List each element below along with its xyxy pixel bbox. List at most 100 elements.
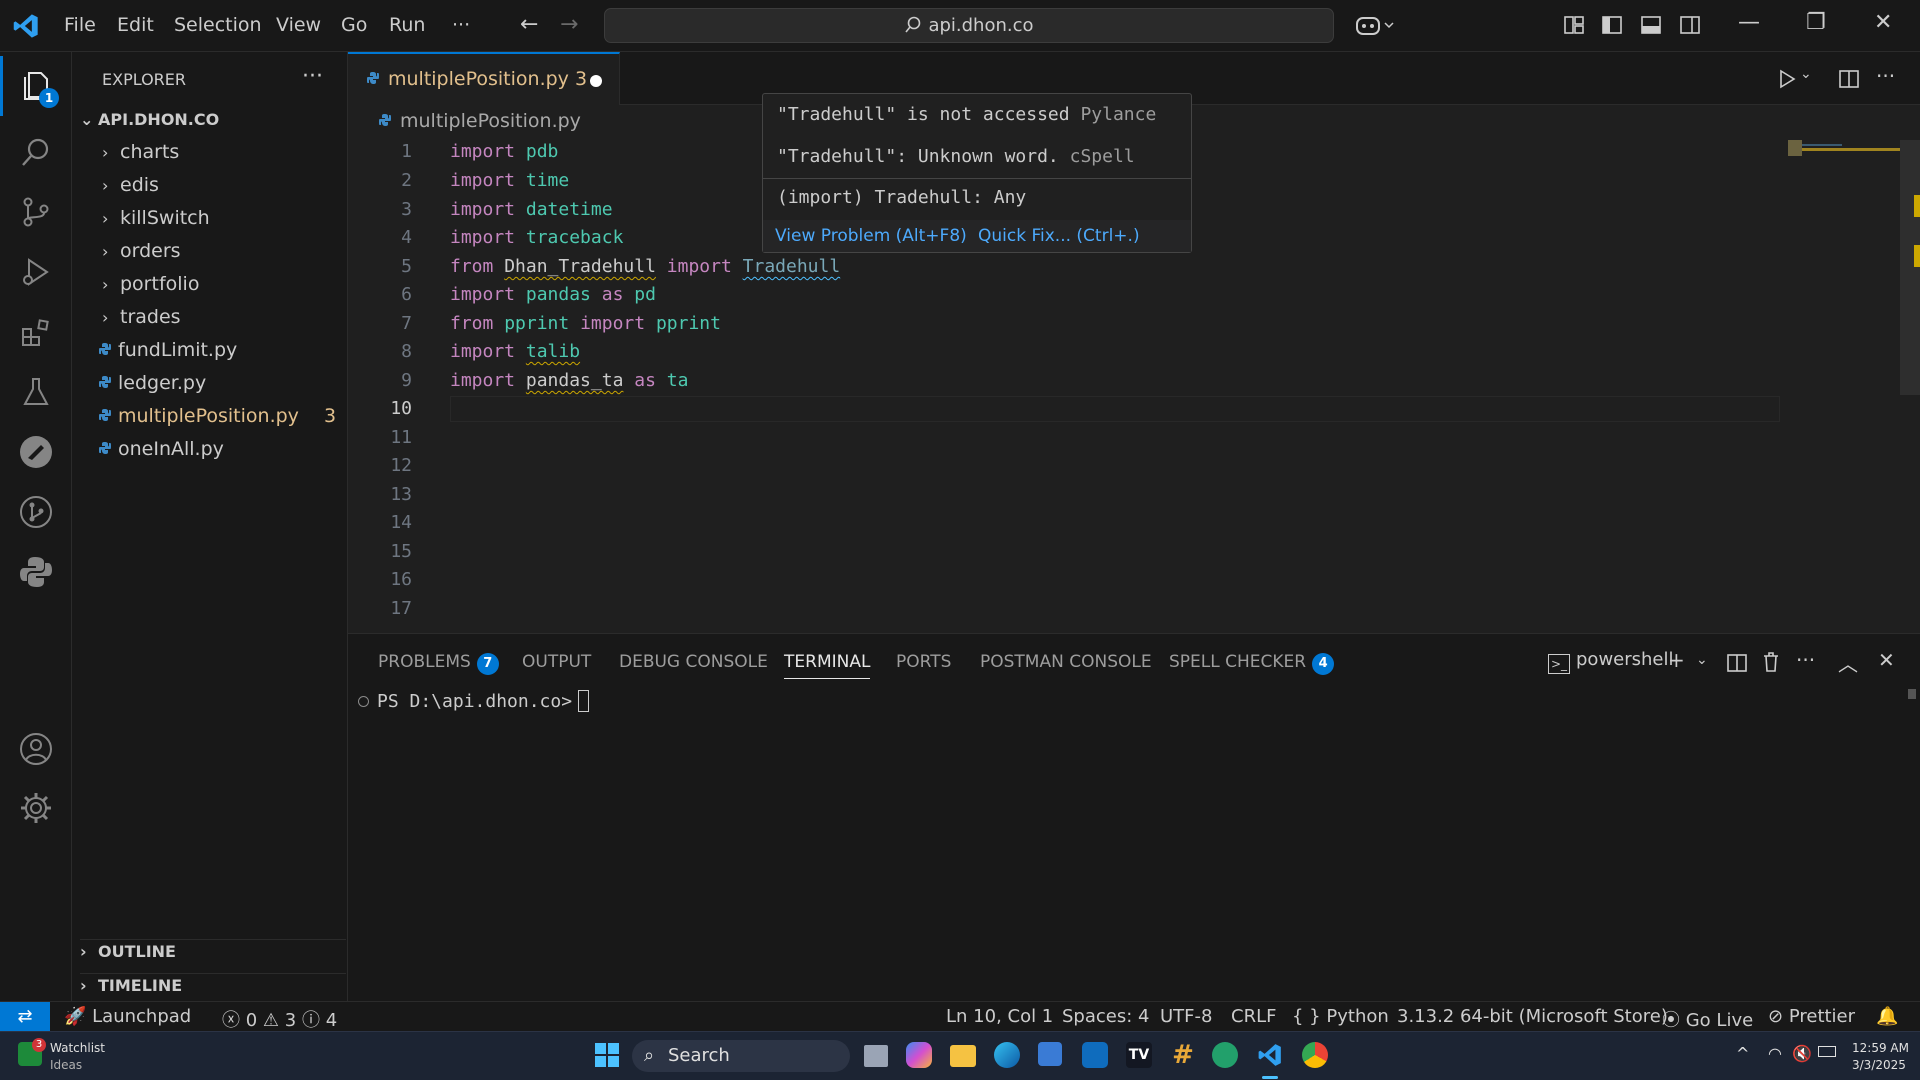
- terminal-scrollbar[interactable]: [1908, 689, 1916, 699]
- tab-output[interactable]: OUTPUT: [522, 652, 591, 672]
- toggle-sidebar-icon[interactable]: [1601, 14, 1623, 36]
- chrome-icon[interactable]: [1302, 1042, 1328, 1068]
- menu-view[interactable]: View: [276, 14, 321, 36]
- quick-fix-link[interactable]: Quick Fix... (Ctrl+.): [978, 226, 1140, 246]
- end-of-line[interactable]: CRLF: [1231, 1006, 1276, 1027]
- language-mode[interactable]: { } Python: [1292, 1006, 1389, 1027]
- taskbar-search[interactable]: ⌕ Search: [632, 1040, 850, 1072]
- menu-edit[interactable]: Edit: [117, 14, 154, 36]
- editor-scroll-thumb[interactable]: [1900, 140, 1920, 395]
- new-terminal-icon[interactable]: +: [1668, 648, 1685, 672]
- restore-icon[interactable]: ❐: [1806, 10, 1826, 35]
- prettier[interactable]: ⊘ Prettier: [1768, 1006, 1855, 1027]
- clock-time[interactable]: 12:59 AM: [1852, 1041, 1909, 1055]
- folder-orders[interactable]: › orders: [102, 237, 181, 265]
- trash-icon[interactable]: [1761, 651, 1781, 673]
- folder-portfolio[interactable]: › portfolio: [102, 270, 199, 298]
- settings-activity[interactable]: [0, 778, 72, 838]
- python-interpreter[interactable]: 3.13.2 64-bit (Microsoft Store): [1397, 1006, 1668, 1027]
- menu-file[interactable]: File: [64, 14, 96, 36]
- split-editor-icon[interactable]: [1838, 68, 1860, 90]
- outline-section[interactable]: › OUTLINE: [80, 939, 346, 961]
- search-activity[interactable]: [0, 122, 72, 182]
- folder-trades[interactable]: › trades: [102, 303, 181, 331]
- copilot-icon[interactable]: [1355, 14, 1395, 38]
- indentation[interactable]: Spaces: 4: [1062, 1006, 1149, 1027]
- customize-layout-icon[interactable]: [1563, 14, 1585, 36]
- split-terminal-icon[interactable]: [1726, 652, 1748, 674]
- folder-charts[interactable]: › charts: [102, 138, 179, 166]
- menu-more[interactable]: ···: [452, 14, 470, 36]
- timeline-section[interactable]: › TIMELINE: [80, 973, 346, 995]
- tab-debug-console[interactable]: DEBUG CONSOLE: [619, 652, 768, 672]
- tab-spell-checker[interactable]: SPELL CHECKER 4: [1169, 652, 1335, 675]
- maximize-panel-icon[interactable]: ︿: [1838, 648, 1858, 677]
- file-ledger[interactable]: ledger.py: [98, 369, 206, 397]
- store-icon[interactable]: [1038, 1042, 1062, 1066]
- tab-problems[interactable]: PROBLEMS 7: [378, 652, 499, 675]
- close-window-icon[interactable]: ✕: [1874, 10, 1892, 35]
- toggle-secondary-sidebar-icon[interactable]: [1679, 14, 1701, 36]
- clock-date[interactable]: 3/3/2025: [1852, 1058, 1906, 1072]
- tab-terminal[interactable]: TERMINAL: [784, 652, 871, 679]
- postman-activity[interactable]: [0, 422, 72, 482]
- grammarly-icon[interactable]: [1212, 1042, 1238, 1068]
- toggle-panel-icon[interactable]: [1640, 14, 1662, 36]
- file-fundlimit[interactable]: fundLimit.py: [98, 336, 237, 364]
- sidebar-more-icon[interactable]: ···: [302, 64, 323, 89]
- problems-status[interactable]: ⓧ 0 ⚠ 3 ⓘ 4: [222, 1006, 337, 1032]
- minimize-icon[interactable]: —: [1738, 10, 1760, 35]
- testing-activity[interactable]: [0, 362, 72, 422]
- run-debug-activity[interactable]: [0, 242, 72, 302]
- menu-run[interactable]: Run: [389, 14, 425, 36]
- tab-postman-console[interactable]: POSTMAN CONSOLE: [980, 652, 1152, 672]
- terminal-prompt-line[interactable]: PS D:\api.dhon.co>: [358, 690, 590, 712]
- source-control-activity[interactable]: [0, 182, 72, 242]
- forward-arrow-icon[interactable]: →: [560, 12, 578, 37]
- windows-start-icon[interactable]: [594, 1042, 620, 1068]
- terminal-profile[interactable]: >_ powershell: [1548, 649, 1674, 674]
- extensions-activity[interactable]: [0, 302, 72, 362]
- breadcrumb[interactable]: multiplePosition.py: [378, 110, 581, 132]
- slack-icon[interactable]: #: [1170, 1042, 1196, 1068]
- terminal-dropdown-icon[interactable]: ⌄: [1696, 652, 1708, 668]
- file-oneinall[interactable]: oneInAll.py: [98, 435, 224, 463]
- folder-killswitch[interactable]: › killSwitch: [102, 204, 210, 232]
- code-module-unused[interactable]: Tradehull: [743, 256, 841, 277]
- view-problem-link[interactable]: View Problem (Alt+F8): [775, 226, 967, 246]
- command-center-search[interactable]: api.dhon.co: [604, 8, 1334, 43]
- menu-go[interactable]: Go: [341, 14, 367, 36]
- menu-selection[interactable]: Selection: [174, 14, 262, 36]
- tradingview-icon[interactable]: TV: [1126, 1042, 1152, 1068]
- file-explorer-icon[interactable]: [950, 1045, 976, 1067]
- back-arrow-icon[interactable]: ←: [520, 12, 538, 37]
- workspace-root[interactable]: ⌄ API.DHON.CO: [80, 110, 219, 129]
- close-panel-icon[interactable]: ✕: [1878, 648, 1895, 672]
- launchpad-item[interactable]: 🚀 Launchpad: [64, 1006, 191, 1027]
- tab-multipleposition[interactable]: multiplePosition.py 3: [348, 52, 620, 105]
- panel-more-icon[interactable]: ···: [1796, 648, 1815, 672]
- outlook-icon[interactable]: [1082, 1042, 1108, 1068]
- gitlens-activity[interactable]: [0, 482, 72, 542]
- run-dropdown-icon[interactable]: ⌄: [1800, 66, 1812, 82]
- tab-ports[interactable]: PORTS: [896, 652, 951, 672]
- run-file-icon[interactable]: [1776, 68, 1798, 90]
- notifications-bell-icon[interactable]: 🔔: [1876, 1006, 1898, 1027]
- task-view-icon[interactable]: [864, 1045, 888, 1067]
- encoding[interactable]: UTF-8: [1160, 1006, 1212, 1027]
- copilot-app-icon[interactable]: [906, 1042, 932, 1068]
- folder-edis[interactable]: › edis: [102, 171, 159, 199]
- tray-overflow-icon[interactable]: ^: [1736, 1044, 1749, 1063]
- remote-indicator[interactable]: ⇄: [0, 1002, 50, 1032]
- python-activity[interactable]: [0, 542, 72, 602]
- unsaved-dot-icon[interactable]: [590, 75, 602, 87]
- editor-more-icon[interactable]: ···: [1876, 64, 1895, 88]
- explorer-activity[interactable]: 1: [0, 56, 72, 116]
- wifi-icon[interactable]: ◠: [1768, 1044, 1782, 1063]
- vscode-taskbar-icon[interactable]: [1257, 1042, 1283, 1068]
- volume-muted-icon[interactable]: 🔇: [1792, 1044, 1812, 1063]
- widget-title[interactable]: Watchlist: [50, 1041, 105, 1055]
- accounts-activity[interactable]: [0, 719, 72, 779]
- edge-icon[interactable]: [994, 1042, 1020, 1068]
- minimap[interactable]: [1788, 140, 1900, 156]
